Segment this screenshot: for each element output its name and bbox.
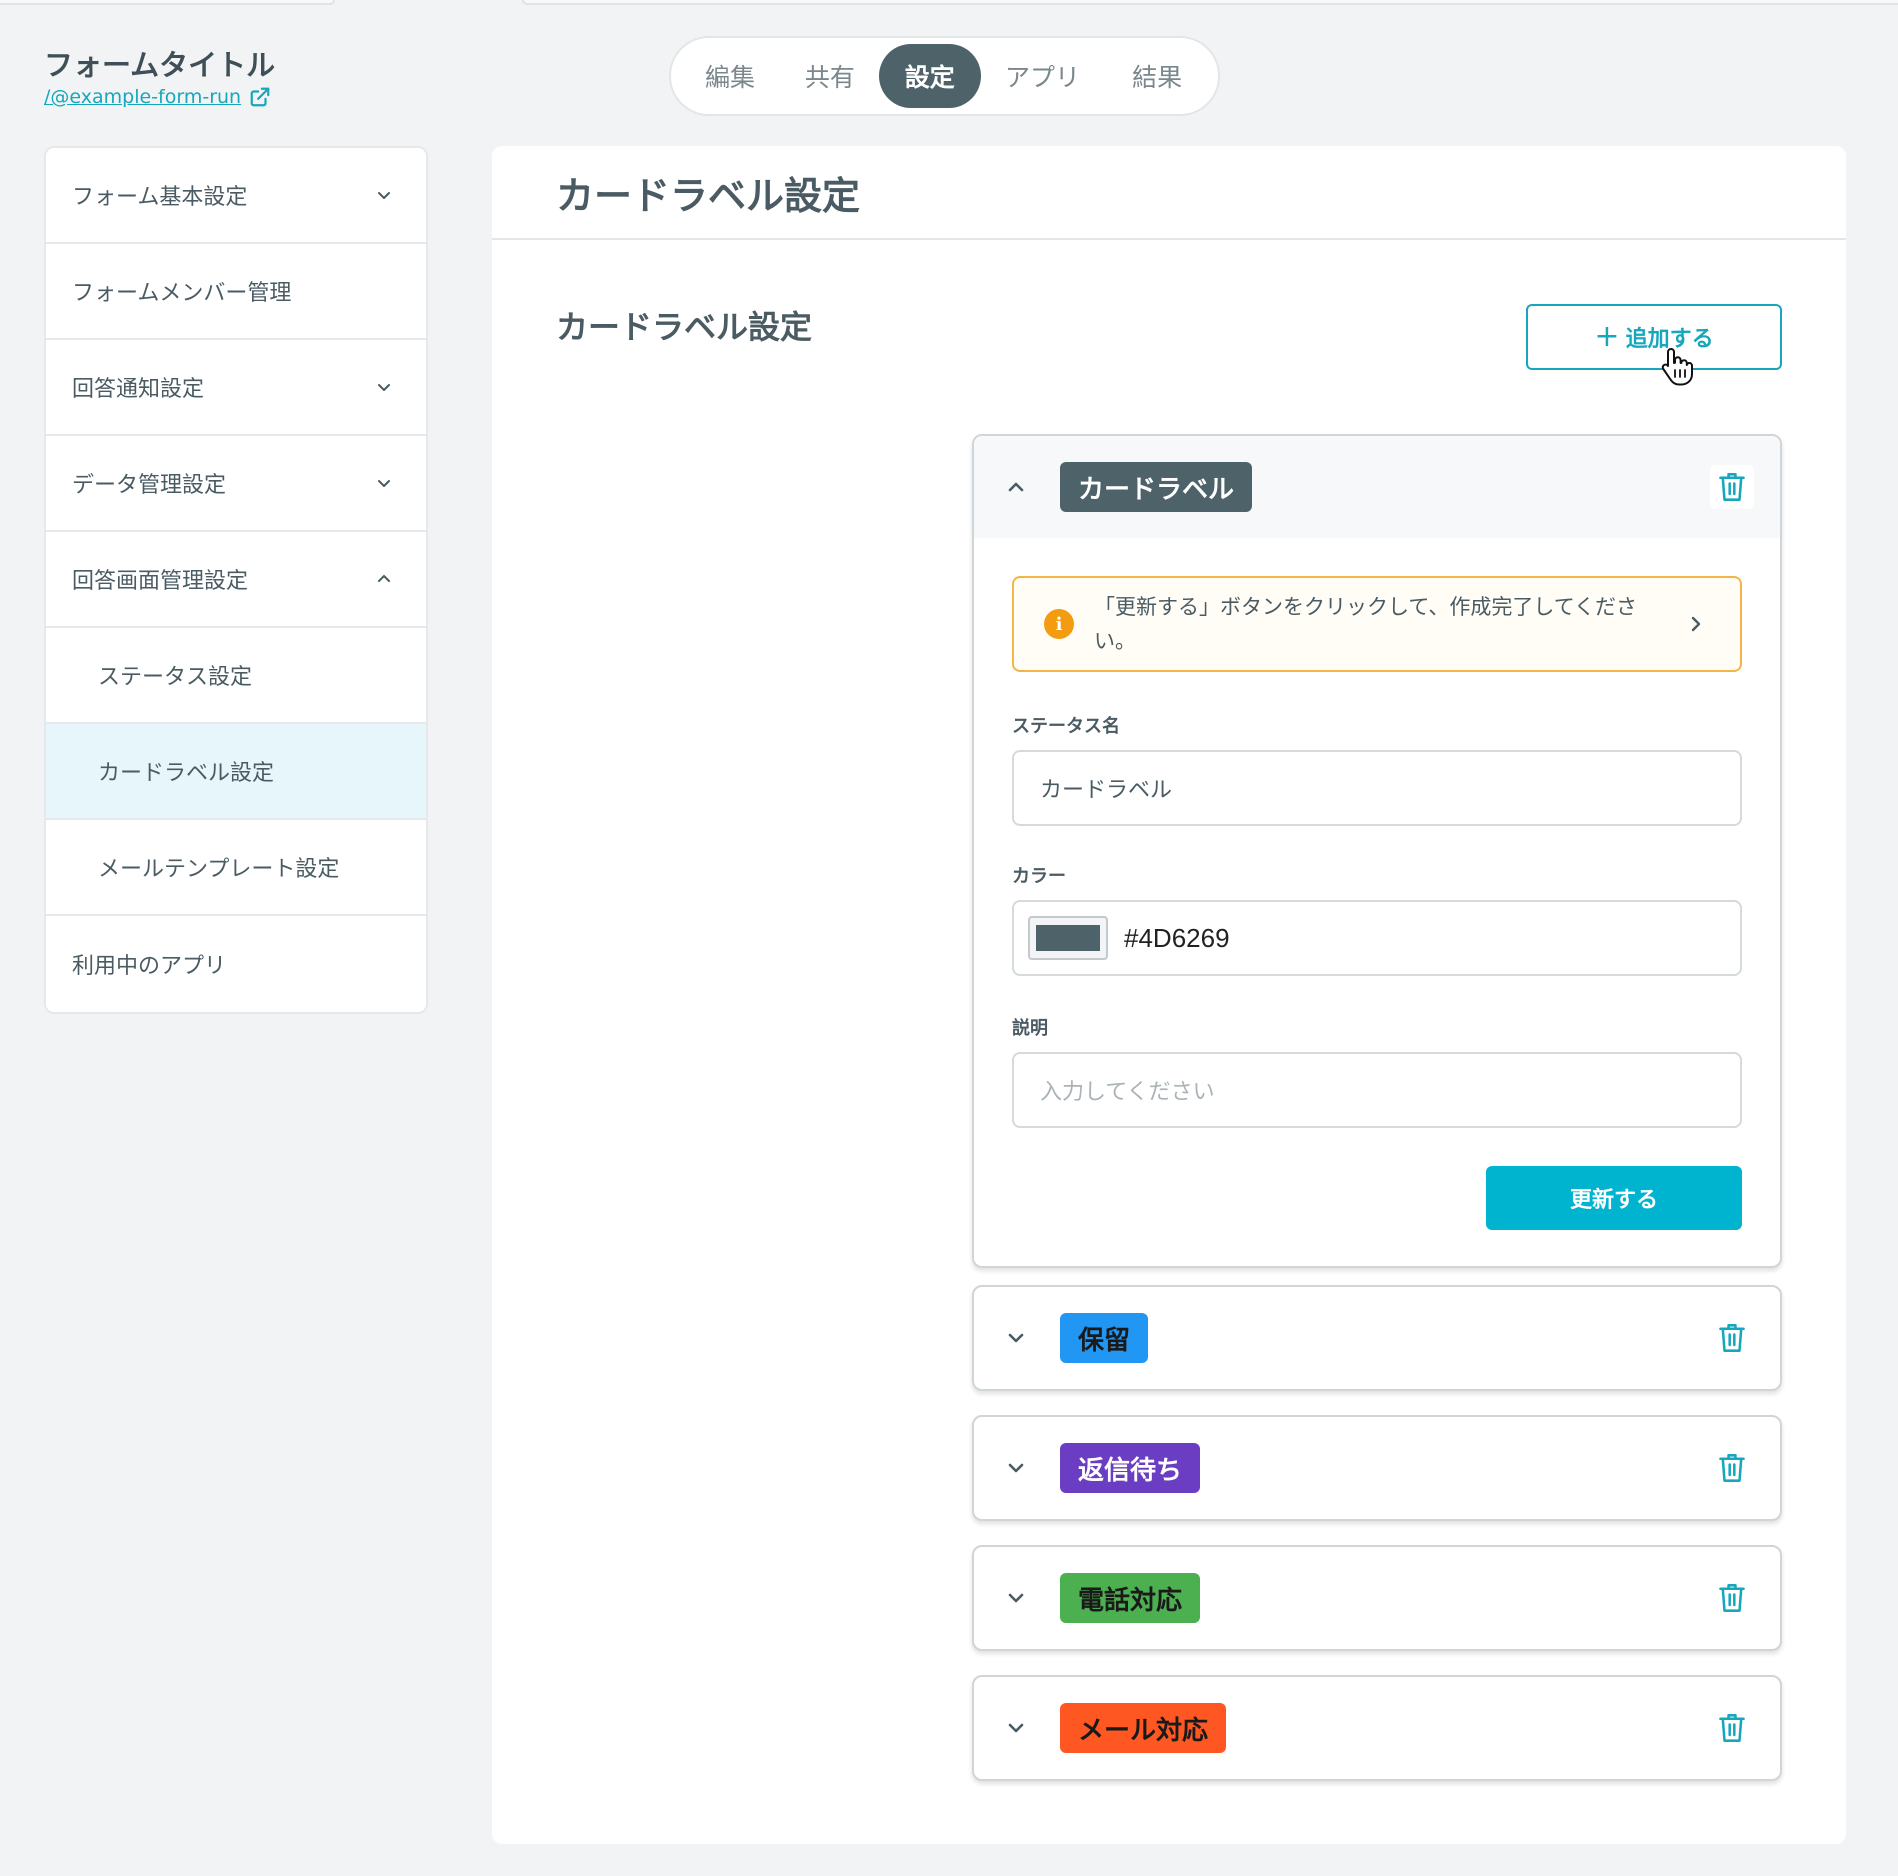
- chevron-down-icon: [378, 192, 390, 199]
- delete-label-button[interactable]: [1710, 1576, 1754, 1620]
- browser-tab-left: [0, 0, 335, 5]
- sidebar-item-answer-screen[interactable]: 回答画面管理設定: [46, 532, 426, 628]
- tab-share[interactable]: 共有: [781, 44, 879, 108]
- info-icon: i: [1044, 609, 1074, 639]
- update-button[interactable]: 更新する: [1486, 1166, 1742, 1230]
- sidebar-item-data-management[interactable]: データ管理設定: [46, 436, 426, 532]
- description-placeholder: 入力してください: [1040, 1080, 1215, 1105]
- page-title: カードラベル設定: [556, 173, 861, 218]
- sidebar-item-label: データ管理設定: [72, 473, 227, 498]
- label-editor-form: i 「更新する」ボタンをクリックして、作成完了してください。 ステータス名 カー…: [974, 538, 1780, 1266]
- sidebar-item-apps-in-use[interactable]: 利用中のアプリ: [46, 916, 426, 1012]
- external-link-icon: [250, 87, 270, 107]
- label-card-expanded: カードラベル i 「更新する」ボタンをクリックして、作成完了してください。 ステ…: [972, 434, 1782, 1268]
- notice-text: 「更新する」ボタンをクリックして、作成完了してください。: [1094, 595, 1638, 653]
- delete-label-button[interactable]: [1710, 1706, 1754, 1750]
- delete-label-button[interactable]: [1710, 465, 1754, 509]
- label-card-header[interactable]: メール対応: [974, 1677, 1780, 1779]
- card-label-chip: カードラベル: [1060, 462, 1253, 512]
- sidebar-item-card-label-settings[interactable]: カードラベル設定: [46, 724, 426, 820]
- chevron-down-icon: [378, 384, 390, 391]
- delete-label-button[interactable]: [1710, 1446, 1754, 1490]
- color-value: #4D6269: [1124, 922, 1230, 953]
- status-name-input[interactable]: カードラベル: [1012, 750, 1742, 826]
- sidebar-item-form-members[interactable]: フォームメンバー管理: [46, 244, 426, 340]
- chevron-up-icon: [378, 575, 390, 582]
- sidebar-item-label: フォーム基本設定: [72, 185, 248, 210]
- form-title: フォームタイトル: [44, 48, 276, 82]
- sidebar-item-label: 回答画面管理設定: [72, 569, 249, 594]
- description-label: 説明: [1012, 1018, 1048, 1039]
- label-card-awaiting-reply: 返信待ち: [972, 1415, 1782, 1521]
- hand-cursor-icon: [1661, 348, 1693, 386]
- form-url-text: /@example-form-run: [44, 86, 242, 108]
- sidebar-item-label: 利用中のアプリ: [72, 954, 227, 979]
- sidebar-item-label: カードラベル設定: [98, 761, 275, 786]
- status-name-label: ステータス名: [1012, 716, 1120, 737]
- sidebar-item-label: メールテンプレート設定: [98, 857, 340, 882]
- label-card-header[interactable]: 保留: [974, 1287, 1780, 1389]
- sidebar-item-mail-template[interactable]: メールテンプレート設定: [46, 820, 426, 916]
- section-title: カードラベル設定: [556, 308, 813, 346]
- label-card-header[interactable]: カードラベル: [974, 436, 1780, 538]
- card-label-chip: メール対応: [1060, 1703, 1227, 1753]
- label-card-header[interactable]: 電話対応: [974, 1547, 1780, 1649]
- card-label-chip: 保留: [1060, 1313, 1149, 1363]
- update-notice[interactable]: i 「更新する」ボタンをクリックして、作成完了してください。: [1012, 576, 1742, 672]
- sidebar-item-status-settings[interactable]: ステータス設定: [46, 628, 426, 724]
- label-card-phone: 電話対応: [972, 1545, 1782, 1651]
- status-name-value: カードラベル: [1040, 778, 1173, 803]
- delete-label-button[interactable]: [1710, 1316, 1754, 1360]
- add-label-button[interactable]: + 追加する: [1526, 304, 1782, 370]
- card-label-chip: 返信待ち: [1060, 1443, 1201, 1493]
- main-tabs: 編集 共有 設定 アプリ 結果: [669, 36, 1220, 116]
- browser-tab-right: [522, 0, 1898, 5]
- sidebar-item-label: フォームメンバー管理: [72, 281, 292, 306]
- label-card-mail: メール対応: [972, 1675, 1782, 1781]
- main-panel: カードラベル設定 カードラベル設定 + 追加する カードラベル i 「更新する」…: [492, 146, 1846, 1844]
- tab-edit[interactable]: 編集: [679, 44, 781, 108]
- plus-icon: +: [1594, 319, 1620, 354]
- form-url-link[interactable]: /@example-form-run: [44, 86, 271, 108]
- chevron-down-icon: [378, 480, 390, 487]
- color-swatch-button[interactable]: [1028, 916, 1108, 960]
- trash-icon: [1719, 1584, 1745, 1612]
- sidebar-item-answer-notify[interactable]: 回答通知設定: [46, 340, 426, 436]
- tab-settings[interactable]: 設定: [878, 44, 981, 108]
- settings-sidebar: フォーム基本設定 フォームメンバー管理 回答通知設定 データ管理設定 回答画面管…: [44, 146, 428, 1014]
- color-label: カラー: [1012, 866, 1066, 887]
- description-input[interactable]: 入力してください: [1012, 1052, 1742, 1128]
- chevron-down-icon[interactable]: [1004, 1716, 1028, 1740]
- trash-icon: [1719, 1324, 1745, 1352]
- trash-icon: [1719, 1714, 1745, 1742]
- chevron-down-icon[interactable]: [1004, 1456, 1028, 1480]
- chevron-down-icon[interactable]: [1004, 1326, 1028, 1350]
- label-card-hold: 保留: [972, 1285, 1782, 1391]
- tab-apps[interactable]: アプリ: [981, 44, 1104, 108]
- card-label-chip: 電話対応: [1060, 1573, 1201, 1623]
- color-swatch-fill: [1036, 925, 1100, 951]
- sidebar-item-label: 回答通知設定: [72, 377, 205, 402]
- tab-results[interactable]: 結果: [1104, 44, 1210, 108]
- chevron-up-icon[interactable]: [1004, 475, 1028, 499]
- label-card-header[interactable]: 返信待ち: [974, 1417, 1780, 1519]
- chevron-right-icon: [1691, 616, 1701, 632]
- trash-icon: [1719, 1454, 1745, 1482]
- sidebar-item-label: ステータス設定: [98, 665, 253, 690]
- sidebar-item-form-basic[interactable]: フォーム基本設定: [46, 148, 426, 244]
- chevron-down-icon[interactable]: [1004, 1586, 1028, 1610]
- color-input[interactable]: #4D6269: [1012, 900, 1742, 976]
- main-header: カードラベル設定: [492, 146, 1846, 240]
- trash-icon: [1719, 473, 1745, 501]
